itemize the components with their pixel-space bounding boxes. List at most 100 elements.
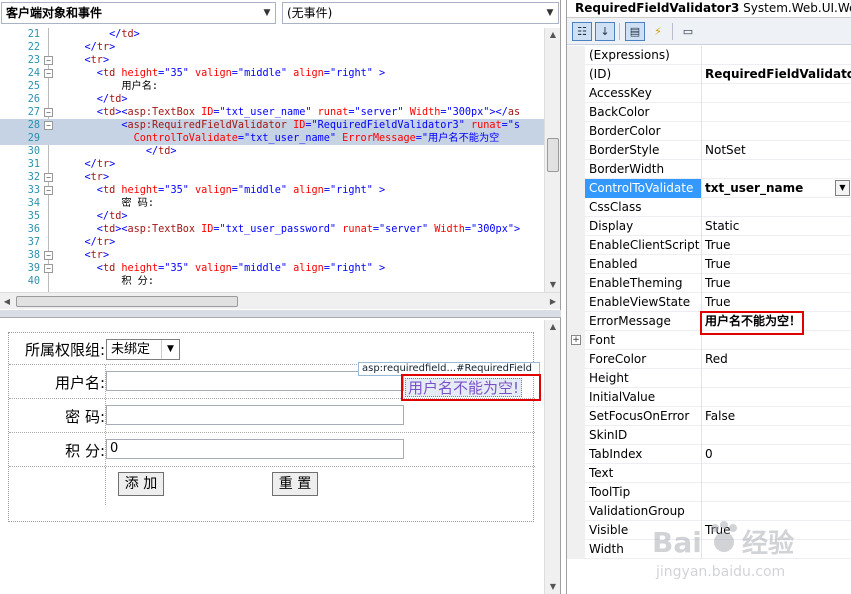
property-row[interactable]: Width (567, 540, 851, 559)
property-value[interactable] (703, 388, 851, 407)
collapse-toggle-icon[interactable]: − (44, 121, 53, 130)
property-row[interactable]: AccessKey (567, 84, 851, 103)
code-line[interactable]: 23− <tr> (0, 54, 544, 67)
chevron-down-icon[interactable]: ▼ (835, 180, 850, 196)
property-value[interactable] (703, 84, 851, 103)
scroll-thumb[interactable] (16, 296, 238, 307)
add-button[interactable]: 添 加 (118, 472, 164, 496)
scroll-right-icon[interactable]: ▶ (546, 293, 560, 310)
property-row[interactable]: ValidationGroup (567, 502, 851, 521)
property-row[interactable]: Enabled True (567, 255, 851, 274)
property-value[interactable]: txt_user_name (703, 179, 851, 198)
code-line[interactable]: 39− <td height="35" valign="middle" alig… (0, 262, 544, 275)
property-value[interactable] (703, 46, 851, 65)
events-lightning-icon[interactable]: ⚡ (648, 22, 668, 41)
score-input[interactable]: 0 (106, 439, 404, 459)
property-row[interactable]: ControlToValidate txt_user_name ▼ (567, 179, 851, 198)
property-row[interactable]: SetFocusOnError False (567, 407, 851, 426)
property-value[interactable]: False (703, 407, 851, 426)
property-value[interactable] (703, 103, 851, 122)
reset-button[interactable]: 重 置 (272, 472, 318, 496)
property-value[interactable] (703, 464, 851, 483)
editor-vertical-scrollbar[interactable]: ▲ ▼ (544, 28, 560, 292)
password-input[interactable] (106, 405, 404, 425)
code-line[interactable]: 40 积 分: (0, 275, 544, 288)
scroll-thumb[interactable] (547, 138, 559, 172)
collapse-toggle-icon[interactable]: − (44, 251, 53, 260)
property-row[interactable]: BorderWidth (567, 160, 851, 179)
property-value[interactable]: True (703, 274, 851, 293)
code-line[interactable]: 28− <asp:RequiredFieldValidator ID="Requ… (0, 119, 544, 132)
scroll-left-icon[interactable]: ◀ (0, 293, 14, 310)
collapse-toggle-icon[interactable]: − (44, 108, 53, 117)
property-value[interactable] (703, 540, 851, 559)
properties-icon[interactable]: ▤ (625, 22, 645, 41)
collapse-toggle-icon[interactable]: − (44, 264, 53, 273)
code-line[interactable]: 27− <td><asp:TextBox ID="txt_user_name" … (0, 106, 544, 119)
code-line[interactable]: 22 </tr> (0, 41, 544, 54)
property-value[interactable]: 0 (703, 445, 851, 464)
property-row[interactable]: CssClass (567, 198, 851, 217)
required-field-validator[interactable]: 用户名不能为空! (405, 378, 523, 397)
property-row[interactable]: Visible True (567, 521, 851, 540)
property-value[interactable] (703, 198, 851, 217)
categorized-icon[interactable]: ☷ (572, 22, 592, 41)
property-row[interactable]: Height (567, 369, 851, 388)
code-line[interactable]: 35 </td> (0, 210, 544, 223)
property-row[interactable]: Display Static (567, 217, 851, 236)
property-row[interactable]: EnableClientScript True (567, 236, 851, 255)
code-line[interactable]: 21 </td> (0, 28, 544, 41)
property-value[interactable]: True (703, 293, 851, 312)
property-row[interactable]: EnableTheming True (567, 274, 851, 293)
code-line[interactable]: 34 密 码: (0, 197, 544, 210)
property-value[interactable] (703, 502, 851, 521)
split-view-divider[interactable] (0, 310, 561, 318)
code-line[interactable]: 31 </tr> (0, 158, 544, 171)
property-row[interactable]: ToolTip (567, 483, 851, 502)
scroll-up-icon[interactable]: ▲ (545, 28, 561, 42)
code-line[interactable]: 38− <tr> (0, 249, 544, 262)
collapse-toggle-icon[interactable]: − (44, 186, 53, 195)
property-value[interactable]: True (703, 521, 851, 540)
property-value[interactable] (703, 426, 851, 445)
property-row[interactable]: (ID)RequiredFieldValidator3 (567, 65, 851, 84)
code-line[interactable]: 24− <td height="35" valign="middle" alig… (0, 67, 544, 80)
code-area[interactable]: 21 </td> 22 </tr> 23− <tr> 24− <td height="… (0, 28, 544, 292)
code-line[interactable]: 37 </tr> (0, 236, 544, 249)
property-value[interactable] (703, 160, 851, 179)
code-line[interactable]: 32− <tr> (0, 171, 544, 184)
object-selector[interactable]: RequiredFieldValidator3 System.Web.UI.We (567, 0, 851, 18)
property-row[interactable]: BackColor (567, 103, 851, 122)
property-row[interactable]: ForeColor Red (567, 350, 851, 369)
scroll-up-icon[interactable]: ▲ (545, 320, 561, 334)
property-pages-icon[interactable]: ▭ (678, 22, 698, 41)
scroll-down-icon[interactable]: ▼ (545, 580, 561, 594)
code-line[interactable]: 25 用户名: (0, 80, 544, 93)
alphabetical-icon[interactable]: ↓ (595, 22, 615, 41)
property-value[interactable]: NotSet (703, 141, 851, 160)
property-value[interactable]: True (703, 236, 851, 255)
property-value[interactable]: Static (703, 217, 851, 236)
property-row[interactable]: BorderColor (567, 122, 851, 141)
property-value[interactable] (703, 369, 851, 388)
property-value[interactable]: RequiredFieldValidator3 (703, 65, 851, 84)
group-select[interactable]: 未绑定 ▼ (106, 339, 180, 360)
property-row[interactable]: TabIndex 0 (567, 445, 851, 464)
property-row[interactable]: InitialValue (567, 388, 851, 407)
code-line[interactable]: 30 </td> (0, 145, 544, 158)
property-value[interactable] (703, 122, 851, 141)
collapse-toggle-icon[interactable]: − (44, 173, 53, 182)
property-row[interactable]: BorderStyle NotSet (567, 141, 851, 160)
collapse-toggle-icon[interactable]: − (44, 69, 53, 78)
events-dropdown[interactable]: (无事件) ▼ (282, 2, 559, 24)
code-line[interactable]: 36 <td><asp:TextBox ID="txt_user_passwor… (0, 223, 544, 236)
code-line[interactable]: 29 ControlToValidate="txt_user_name" Err… (0, 132, 544, 145)
property-row[interactable]: Text (567, 464, 851, 483)
scroll-down-icon[interactable]: ▼ (545, 278, 561, 292)
property-row[interactable]: SkinID (567, 426, 851, 445)
collapse-toggle-icon[interactable]: − (44, 56, 53, 65)
property-value[interactable]: Red (703, 350, 851, 369)
code-line[interactable]: 33− <td height="35" valign="middle" alig… (0, 184, 544, 197)
property-value[interactable]: True (703, 255, 851, 274)
editor-horizontal-scrollbar[interactable]: ◀ ▶ (0, 292, 560, 309)
